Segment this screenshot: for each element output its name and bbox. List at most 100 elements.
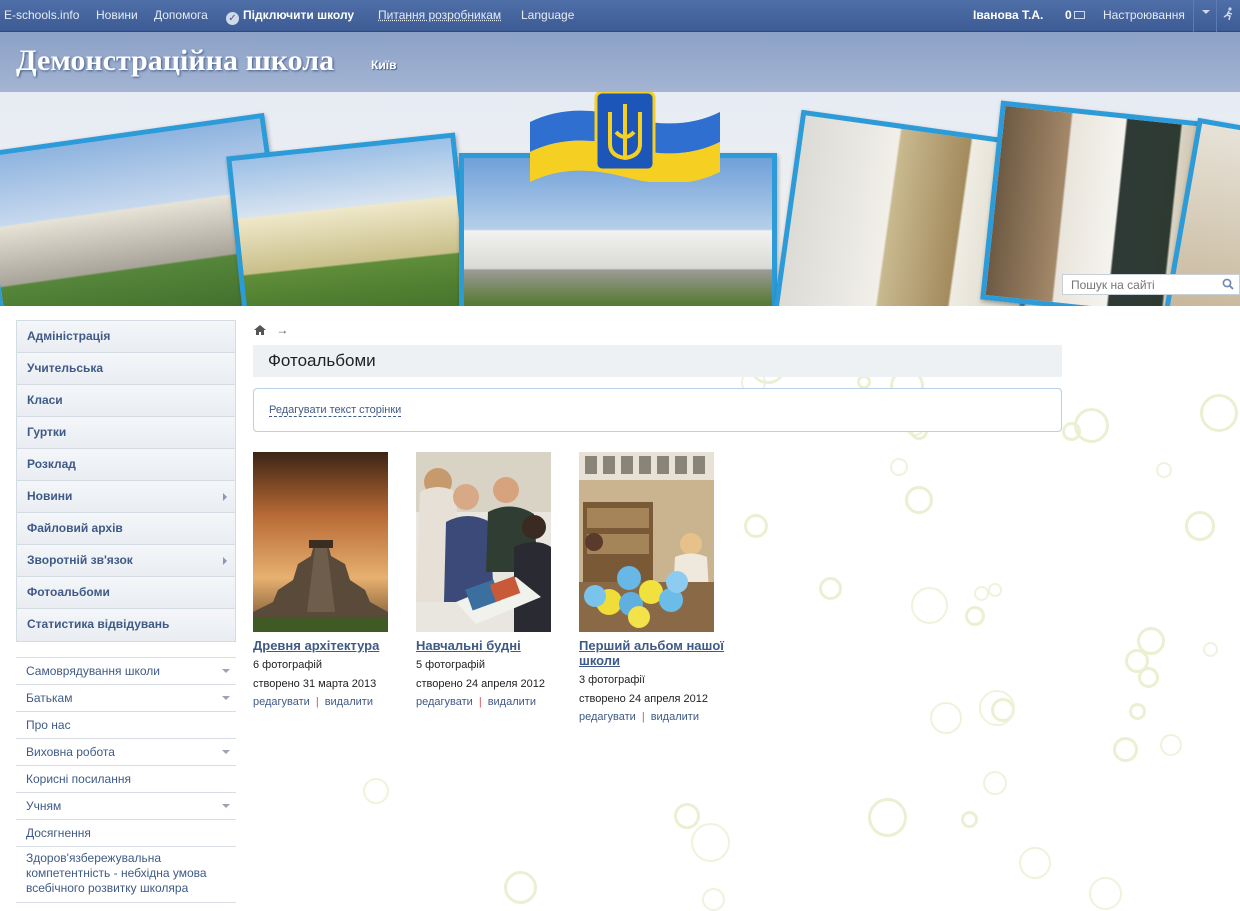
- chevron-down-icon[interactable]: [222, 669, 230, 673]
- divider: [1193, 0, 1194, 32]
- divider: [1216, 0, 1217, 32]
- album-actions: редагувати | видалити: [416, 695, 566, 709]
- nav-item-feedback[interactable]: Зворотній зв'язок: [17, 545, 235, 577]
- nav-item-self-government[interactable]: Самоврядування школи: [16, 657, 236, 684]
- decorative-circle: [1019, 847, 1051, 879]
- site-search: [1062, 274, 1240, 295]
- decorative-circle: [504, 871, 537, 904]
- decorative-circle: [868, 798, 907, 837]
- nav-item-students[interactable]: Учням: [16, 792, 236, 819]
- nav-item-administration[interactable]: Адміністрація: [17, 321, 235, 353]
- home-icon[interactable]: [253, 324, 267, 336]
- envelope-icon: [1073, 11, 1085, 19]
- decorative-circle: [988, 583, 1002, 597]
- album-photo-count: 5 фотографій: [416, 659, 486, 671]
- nav-item-photo-albums[interactable]: Фотоальбоми: [17, 577, 235, 609]
- decorative-circle: [1089, 877, 1122, 910]
- dev-questions-link[interactable]: Питання розробникам: [378, 8, 501, 22]
- search-input[interactable]: [1063, 275, 1213, 294]
- decorative-circle: [890, 458, 908, 476]
- search-icon[interactable]: [1222, 278, 1234, 290]
- decorative-circle: [674, 803, 700, 829]
- check-icon: ✓: [226, 12, 239, 25]
- decorative-circle: [1129, 703, 1146, 720]
- album-title[interactable]: Навчальні будні: [416, 638, 566, 653]
- main-navigation: Адміністрація Учительська Класи Гуртки Р…: [16, 320, 236, 642]
- album-title[interactable]: Перший альбом нашої школи: [579, 638, 729, 668]
- nav-item-teachers[interactable]: Учительська: [17, 353, 235, 385]
- nav-item-label: Новини: [27, 489, 73, 503]
- header-banner: Демонстраційна школа Київ: [0, 32, 1240, 306]
- nav-item-education-work[interactable]: Виховна робота: [16, 738, 236, 765]
- decorative-circle: [961, 811, 978, 828]
- album-delete-link[interactable]: видалити: [325, 696, 373, 708]
- decorative-circle: [819, 577, 842, 600]
- nav-item-news[interactable]: Новини: [17, 481, 235, 513]
- nav-item-label: Учням: [26, 799, 62, 813]
- decorative-circle: [1160, 734, 1182, 756]
- nav-item-clubs[interactable]: Гуртки: [17, 417, 235, 449]
- ukraine-flag-emblem-icon: [530, 92, 720, 182]
- edit-page-text-link[interactable]: Редагувати текст сторінки: [269, 404, 402, 417]
- connect-school-link[interactable]: ✓ Підключити школу: [226, 8, 354, 25]
- album-photo-count: 6 фотографій: [253, 659, 323, 671]
- decorative-circle: [974, 586, 989, 601]
- album-photo-count: 3 фотографії: [579, 674, 645, 686]
- nav-item-schedule[interactable]: Розклад: [17, 449, 235, 481]
- decorative-circle: [930, 702, 962, 734]
- nav-item-label: Виховна робота: [26, 745, 115, 759]
- decorative-circle: [1200, 394, 1238, 432]
- decorative-circle: [691, 823, 730, 862]
- chevron-down-icon[interactable]: [222, 750, 230, 754]
- separator: |: [478, 696, 482, 708]
- nav-item-label: Батькам: [26, 691, 73, 705]
- logout-icon[interactable]: [1223, 7, 1235, 24]
- album-actions: редагувати | видалити: [579, 710, 729, 724]
- decorative-circle: [363, 778, 389, 804]
- album-delete-link[interactable]: видалити: [488, 696, 536, 708]
- site-link[interactable]: E-schools.info: [4, 8, 79, 22]
- nav-item-classes[interactable]: Класи: [17, 385, 235, 417]
- messages-count: 0: [1065, 8, 1072, 22]
- album-cover[interactable]: [253, 452, 388, 632]
- user-name[interactable]: Іванова Т.А.: [973, 8, 1043, 22]
- album-created-date: створено 31 марта 2013: [253, 678, 377, 690]
- nav-item-health[interactable]: Здоров'язбережувальна компетентність - н…: [16, 846, 236, 903]
- settings-link[interactable]: Настроювання: [1103, 8, 1185, 22]
- separator: |: [315, 696, 319, 708]
- album-edit-link[interactable]: редагувати: [416, 696, 473, 708]
- connect-school-label: Підключити школу: [243, 8, 355, 22]
- decorative-circle: [744, 514, 768, 538]
- nav-item-useful-links[interactable]: Корисні посилання: [16, 765, 236, 792]
- chevron-down-icon[interactable]: [222, 696, 230, 700]
- nav-item-statistics[interactable]: Статистика відвідувань: [17, 609, 235, 641]
- album-edit-link[interactable]: редагувати: [253, 696, 310, 708]
- album-edit-link[interactable]: редагувати: [579, 711, 636, 723]
- album-delete-link[interactable]: видалити: [651, 711, 699, 723]
- album-cover[interactable]: [416, 452, 551, 632]
- decorative-circle: [911, 587, 948, 624]
- nav-item-achievements[interactable]: Досягнення: [16, 819, 236, 846]
- news-link[interactable]: Новини: [96, 8, 138, 22]
- top-bar: E-schools.info Новини Допомога ✓ Підключи…: [0, 0, 1240, 32]
- nav-item-about[interactable]: Про нас: [16, 711, 236, 738]
- album-title[interactable]: Древня архітектура: [253, 638, 403, 653]
- chevron-down-icon[interactable]: [222, 804, 230, 808]
- help-link[interactable]: Допомога: [154, 8, 208, 22]
- album-card: Древня архітектура 6 фотографій створено…: [253, 452, 403, 709]
- album-cover[interactable]: [579, 452, 714, 632]
- decorative-circle: [905, 486, 933, 514]
- messages-link[interactable]: 0: [1065, 8, 1085, 22]
- decorative-circle: [1074, 408, 1109, 443]
- nav-item-file-archive[interactable]: Файловий архів: [17, 513, 235, 545]
- decorative-circle: [965, 606, 985, 626]
- nav-item-parents[interactable]: Батькам: [16, 684, 236, 711]
- decorative-circle: [1203, 642, 1218, 657]
- decorative-circle: [702, 888, 725, 911]
- language-link[interactable]: Language: [521, 8, 574, 22]
- chevron-right-icon: [223, 557, 227, 565]
- decorative-circle: [1185, 511, 1215, 541]
- album-created-date: створено 24 апреля 2012: [416, 678, 545, 690]
- chevron-down-icon[interactable]: [1200, 6, 1212, 21]
- nav-item-label: Зворотній зв'язок: [27, 553, 133, 567]
